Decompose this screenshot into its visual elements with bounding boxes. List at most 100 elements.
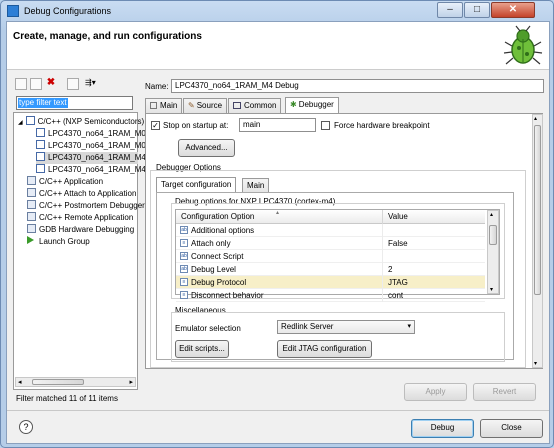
option-cell: ab Connect Script	[180, 250, 243, 263]
advanced-button[interactable]: Advanced...	[178, 139, 235, 157]
collapse-all-icon[interactable]	[67, 78, 79, 90]
option-cell: ab Debug Level	[180, 263, 236, 276]
config-options-table: Configuration Option ▴ Value ab Additiona…	[175, 209, 500, 302]
tab-inner-main[interactable]: Main	[242, 178, 270, 193]
tree-item-gdb-hardware[interactable]: GDB Hardware Debugging	[27, 224, 134, 236]
edit-scripts-button[interactable]: Edit scripts...	[175, 340, 229, 358]
minimize-button[interactable]: –	[437, 2, 463, 18]
filter-input-text: type filter text	[18, 98, 68, 108]
column-divider	[382, 276, 383, 289]
emulator-select[interactable]: Redlink Server ▾	[277, 320, 415, 334]
tab-source[interactable]: ✎ Source	[183, 98, 228, 113]
filter-icon[interactable]: ⇶▾	[85, 78, 105, 90]
stop-on-startup-checkbox[interactable]: ✓	[151, 121, 160, 130]
option-value: False	[388, 239, 408, 248]
delete-icon[interactable]: ✖	[45, 78, 57, 90]
table-row[interactable]: ab Connect Script	[176, 250, 485, 263]
cc-config-icon	[25, 116, 35, 125]
header-title: Create, manage, and run configurations	[13, 31, 202, 42]
force-hw-breakpoint-checkbox[interactable]	[321, 121, 330, 130]
tree-item-label: C/C++ Remote Application	[39, 213, 134, 222]
tree-item-launch-group[interactable]: Launch Group	[27, 236, 90, 248]
tab-label: Source	[196, 101, 223, 110]
filter-input[interactable]: type filter text	[16, 96, 133, 110]
help-icon[interactable]: ?	[19, 420, 33, 434]
column-divider	[382, 250, 383, 263]
panel-vertical-scrollbar[interactable]: ▴ ▾	[532, 114, 543, 368]
close-window-button[interactable]: ✕	[491, 2, 535, 18]
option-value: JTAG	[388, 278, 408, 287]
option-name: Debug Level	[191, 265, 236, 274]
scroll-left-icon[interactable]: ◂	[18, 378, 22, 386]
new-configuration-icon[interactable]	[15, 78, 27, 90]
configuration-tree: ◢ C/C++ (NXP Semiconductors) MCU Debuggin…	[13, 112, 206, 390]
maximize-button[interactable]: □	[464, 2, 490, 18]
tree-item-label: C/C++ Application	[39, 177, 104, 186]
tree-item-cc-application[interactable]: C/C++ Application	[27, 176, 103, 188]
scroll-right-icon[interactable]: ▸	[129, 378, 133, 386]
option-name: Debug Protocol	[191, 278, 247, 287]
header-value[interactable]: Value	[388, 210, 408, 223]
tab-main[interactable]: Main	[145, 98, 183, 113]
tree-item-m4-debug[interactable]: LPC4370_no64_1RAM_M4 Debug	[36, 152, 172, 164]
apply-button[interactable]: Apply	[404, 383, 467, 401]
table-header: Configuration Option ▴ Value	[176, 210, 485, 224]
option-value: cont	[388, 291, 404, 300]
table-vertical-scrollbar[interactable]: ▴ ▾	[487, 210, 499, 294]
close-button[interactable]: Close	[480, 419, 543, 438]
scroll-up-icon[interactable]: ▴	[534, 115, 537, 122]
debug-button[interactable]: Debug	[411, 419, 474, 438]
dialog-client: Create, manage, and run configurations ✖…	[6, 21, 550, 444]
title-bar[interactable]: Debug Configurations – □ ✕	[1, 1, 553, 21]
cc-config-icon	[27, 188, 36, 197]
column-divider	[382, 263, 383, 276]
table-row[interactable]: ≡ Debug Protocol JTAG	[176, 276, 485, 289]
configuration-name-input[interactable]: LPC4370_no64_1RAM_M4 Debug	[171, 79, 544, 93]
list-option-icon: ≡	[180, 239, 188, 247]
header-configuration-option[interactable]: Configuration Option	[181, 210, 254, 223]
table-row[interactable]: ≡ Attach only False	[176, 237, 485, 250]
window-title: Debug Configurations	[24, 6, 112, 16]
edit-jtag-configuration-button[interactable]: Edit JTAG configuration	[277, 340, 372, 358]
column-divider	[382, 224, 383, 237]
tree-item-cc-attach[interactable]: C/C++ Attach to Application	[27, 188, 136, 200]
debug-configurations-window: Debug Configurations – □ ✕ Create, manag…	[0, 0, 554, 448]
stop-at-input[interactable]: main	[239, 118, 316, 132]
scroll-down-icon[interactable]: ▾	[534, 360, 537, 367]
column-divider	[382, 237, 383, 250]
tab-debugger[interactable]: ✱ Debugger	[285, 97, 339, 113]
stop-on-startup-label: Stop on startup at:	[163, 121, 229, 130]
revert-button[interactable]: Revert	[473, 383, 536, 401]
duplicate-icon[interactable]	[30, 78, 42, 90]
target-configuration-panel: Debug options for NXP LPC4370 (cortex-m4…	[156, 192, 514, 362]
table-row[interactable]: ≡ Disconnect behavior cont	[176, 289, 485, 302]
scroll-thumb[interactable]	[489, 225, 497, 245]
chevron-down-icon: ▾	[407, 323, 411, 330]
table-row[interactable]: ab Debug Level 2	[176, 263, 485, 276]
text-option-icon: ab	[180, 265, 188, 273]
tab-target-configuration[interactable]: Target configuration	[156, 177, 237, 193]
cc-config-icon	[36, 164, 45, 173]
scroll-down-icon[interactable]: ▾	[490, 286, 493, 293]
scroll-up-icon[interactable]: ▴	[490, 211, 493, 218]
footer-divider	[7, 410, 549, 411]
sort-indicator-icon: ▴	[276, 210, 280, 216]
option-cell: ≡ Disconnect behavior	[180, 289, 263, 302]
scroll-thumb[interactable]	[534, 125, 541, 295]
debugger-tab-panel: ✓ Stop on startup at: main Force hardwar…	[145, 113, 543, 369]
scroll-thumb[interactable]	[32, 379, 84, 385]
table-row[interactable]: ab Additional options	[176, 224, 485, 237]
list-option-icon: ≡	[180, 291, 188, 299]
debug-bug-icon	[503, 25, 543, 65]
tree-horizontal-scrollbar[interactable]: ◂ ▸	[15, 377, 136, 387]
tab-common[interactable]: Common	[228, 98, 282, 113]
tree-item-cc-remote[interactable]: C/C++ Remote Application	[27, 212, 133, 224]
option-cell: ≡ Attach only	[180, 237, 231, 250]
gdb-config-icon	[27, 224, 36, 233]
text-option-icon: ab	[180, 252, 188, 260]
tree-item-cc-postmortem[interactable]: C/C++ Postmortem Debugger	[27, 200, 145, 212]
column-divider[interactable]	[382, 210, 383, 224]
common-tab-icon	[233, 102, 241, 109]
list-option-icon: ≡	[180, 278, 188, 286]
debugger-tab-icon: ✱	[290, 100, 297, 109]
